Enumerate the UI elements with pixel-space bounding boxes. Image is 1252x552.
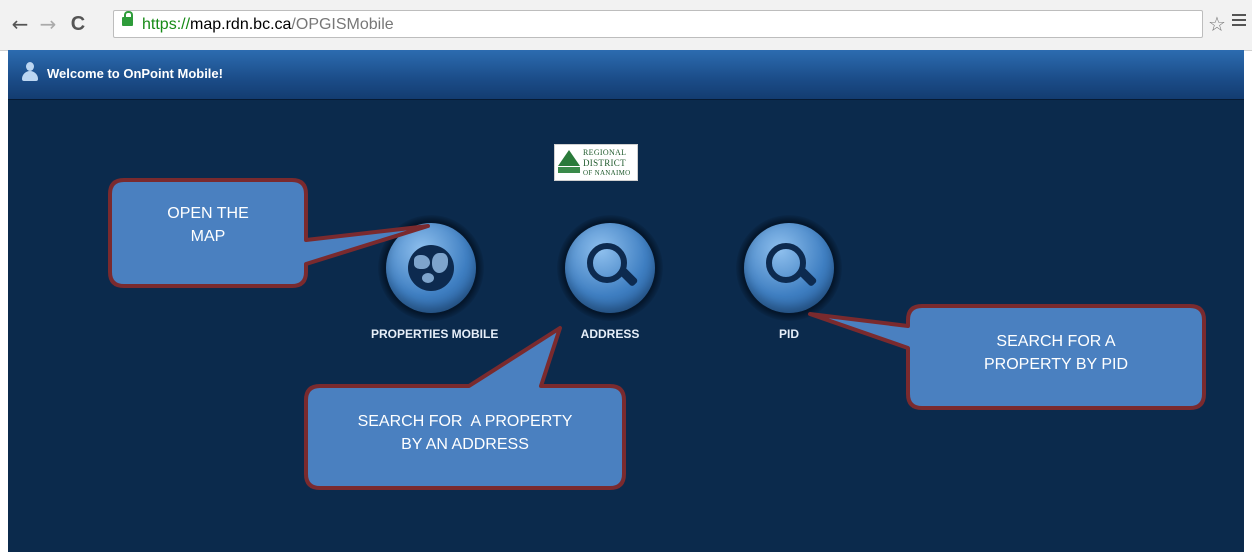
address-label[interactable]: ADDRESS [550,327,670,341]
url-scheme: https:// [142,16,191,33]
browser-toolbar: ← → C https://map.rdn.bc.ca/OPGISMobile … [0,0,1252,51]
pid-label[interactable]: PID [729,327,849,341]
logo-line-2: DISTRICT [583,158,626,168]
url-text: https://map.rdn.bc.ca/OPGISMobile [142,15,394,34]
bookmark-star-icon[interactable]: ☆ [1208,12,1226,36]
logo-line-3: OF NANAIMO [583,169,631,177]
callout-open-map: OPEN THE MAP [110,202,306,248]
callout-pid: SEARCH FOR A PROPERTY BY PID [908,330,1204,376]
lock-icon [122,11,133,26]
app-viewport: Welcome to OnPoint Mobile! REGIONAL DIST… [8,50,1244,552]
callout-address: SEARCH FOR A PROPERTY BY AN ADDRESS [306,410,624,456]
globe-icon [408,245,454,291]
app-header: Welcome to OnPoint Mobile! [8,50,1244,100]
user-icon [21,62,39,82]
logo-line-1: REGIONAL [583,148,627,157]
welcome-text: Welcome to OnPoint Mobile! [47,66,223,81]
menu-icon[interactable] [1232,14,1246,26]
callout-pid-line-2: PROPERTY BY PID [983,356,1129,373]
callout-address-line-2: BY AN ADDRESS [401,436,529,453]
callout-pid-line-1: SEARCH FOR A [996,333,1116,350]
search-icon [587,243,639,293]
properties-mobile-tool[interactable]: PROPERTIES MOBILE [371,215,498,341]
address-bar[interactable]: https://map.rdn.bc.ca/OPGISMobile [113,10,1203,38]
url-host: map.rdn.bc.ca [190,16,292,33]
pid-search-button[interactable] [744,223,834,313]
address-search-button[interactable] [565,223,655,313]
callout-open-map-line-2: MAP [190,228,226,245]
back-button[interactable]: ← [10,12,30,36]
properties-mobile-button[interactable] [386,223,476,313]
regional-district-logo: REGIONAL DISTRICT OF NANAIMO [554,144,638,181]
reload-button[interactable]: C [68,12,88,36]
pid-tool[interactable]: PID [729,215,849,341]
address-tool[interactable]: ADDRESS [550,215,670,341]
url-path: /OPGISMobile [291,16,394,33]
search-icon [766,243,818,293]
properties-mobile-label[interactable]: PROPERTIES MOBILE [371,327,498,341]
callout-address-line-1: SEARCH FOR A PROPERTY [357,413,573,430]
callout-open-map-line-1: OPEN THE [167,205,249,222]
forward-button[interactable]: → [38,12,58,36]
